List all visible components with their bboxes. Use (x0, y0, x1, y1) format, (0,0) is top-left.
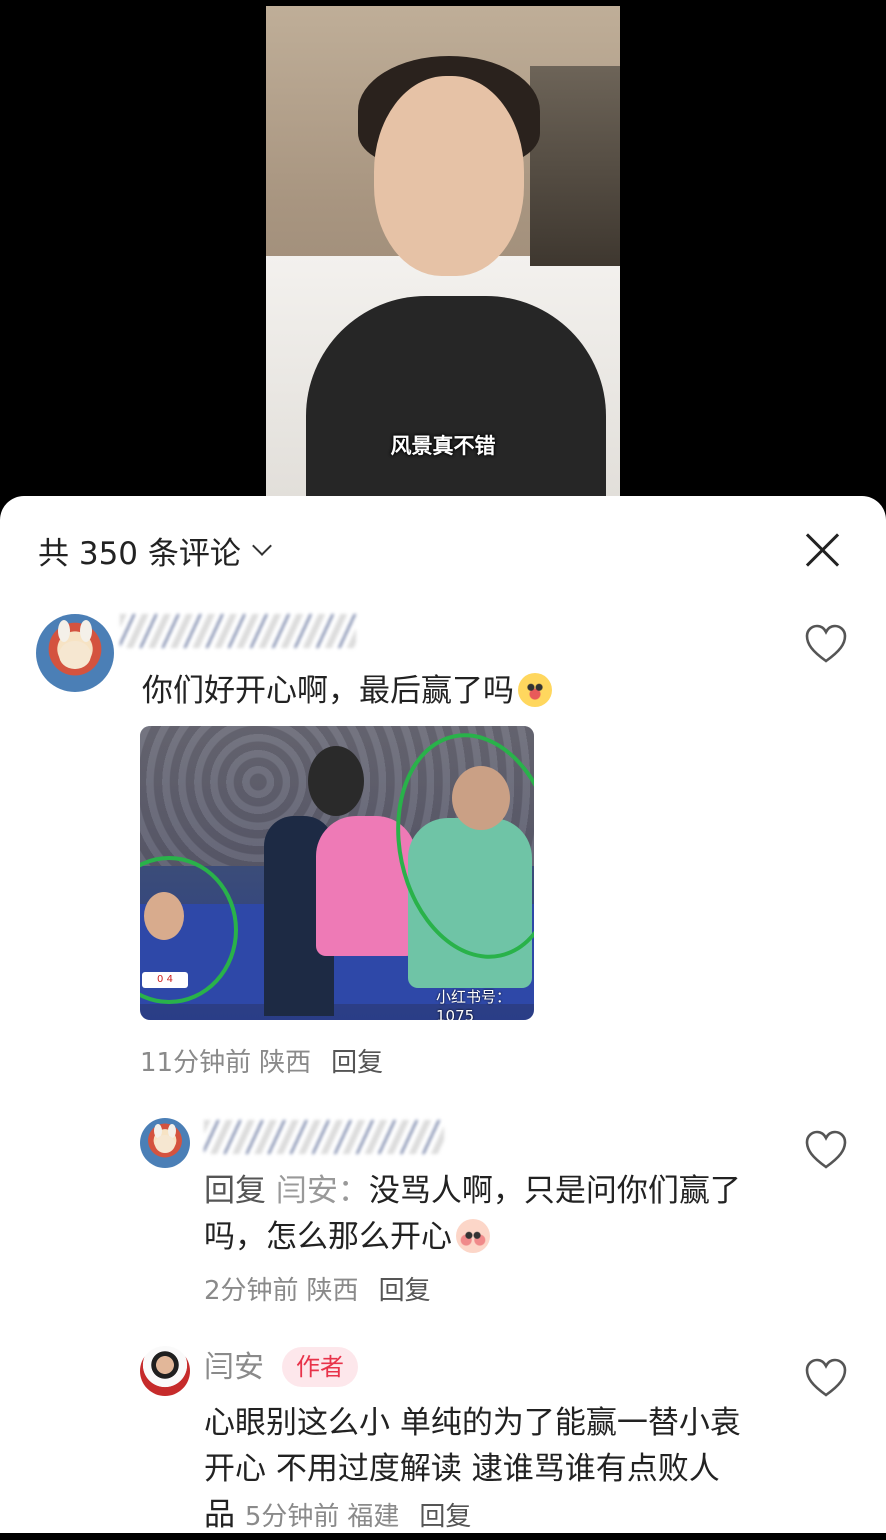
avatar[interactable] (140, 1346, 190, 1396)
avatar-ear (80, 620, 92, 642)
chevron-down-icon (251, 536, 272, 556)
video-caption: 风景真不错 (390, 434, 496, 458)
author-name[interactable]: 闫安 (204, 1350, 264, 1385)
reply-button[interactable]: 回复 (419, 1502, 471, 1532)
video-player[interactable]: 风景真不错 (0, 0, 886, 520)
close-icon[interactable] (802, 530, 842, 570)
comment-time: 11分钟前 (140, 1048, 252, 1078)
comment-location: 陕西 (306, 1276, 359, 1306)
comment-image[interactable]: 0 4 小红书号：1075 (140, 726, 534, 1020)
video-person-body (306, 296, 606, 496)
comment-location: 福建 (347, 1502, 400, 1532)
username-redacted[interactable] (120, 614, 356, 648)
author-row: 闫安 作者 (204, 1346, 358, 1390)
author-badge: 作者 (282, 1347, 358, 1387)
avatar-face (155, 1135, 175, 1153)
reply-target[interactable]: 闫安： (276, 1173, 369, 1209)
video-frame[interactable]: 风景真不错 (266, 6, 620, 496)
avatar-ear (58, 620, 70, 642)
emoji-icon (456, 1219, 490, 1253)
avatar-face (59, 640, 91, 669)
emoji-icon (518, 673, 552, 707)
video-person-face (374, 76, 524, 276)
comment-meta: 11分钟前 陕西 回复 (140, 1042, 391, 1079)
image-score: 0 4 (142, 972, 188, 988)
comment-location: 陕西 (259, 1048, 312, 1078)
image-player-pink-head (308, 746, 364, 816)
comment-count-dropdown[interactable]: 共 350 条评论 (38, 528, 272, 572)
heart-icon[interactable] (804, 1358, 848, 1398)
comment-meta: 5分钟前 福建 回复 (245, 1502, 480, 1532)
heart-icon[interactable] (804, 1130, 848, 1170)
reply-prefix: 回复 (204, 1173, 266, 1209)
comments-sheet: 共 350 条评论 你们好开心啊，最后赢了吗 0 4 小红书号：1075 11分… (0, 496, 886, 1533)
heart-icon[interactable] (804, 624, 848, 664)
avatar[interactable] (36, 614, 114, 692)
comment-meta: 2分钟前 陕西 回复 (204, 1270, 439, 1307)
image-watermark: 小红书号：1075 (436, 988, 512, 1020)
reply-button[interactable]: 回复 (379, 1276, 431, 1306)
avatar[interactable] (140, 1118, 190, 1168)
username-redacted[interactable] (204, 1120, 444, 1154)
comment-count: 共 350 条评论 (38, 535, 241, 572)
comment-time: 2分钟前 (204, 1276, 299, 1306)
reply-button[interactable]: 回复 (331, 1048, 383, 1078)
comment-time: 5分钟前 (244, 1502, 340, 1532)
comment-body: 心眼别这么小 单纯的为了能赢一替小袁开心 不用过度解读 逮谁骂谁有点败人品 5分… (204, 1400, 744, 1540)
comment-body: 回复 闫安：没骂人啊，只是问你们赢了吗，怎么那么开心 (204, 1168, 754, 1260)
comment-body: 你们好开心啊，最后赢了吗 (142, 668, 552, 714)
comment-text: 你们好开心啊，最后赢了吗 (142, 673, 514, 709)
video-background-window (530, 66, 620, 266)
